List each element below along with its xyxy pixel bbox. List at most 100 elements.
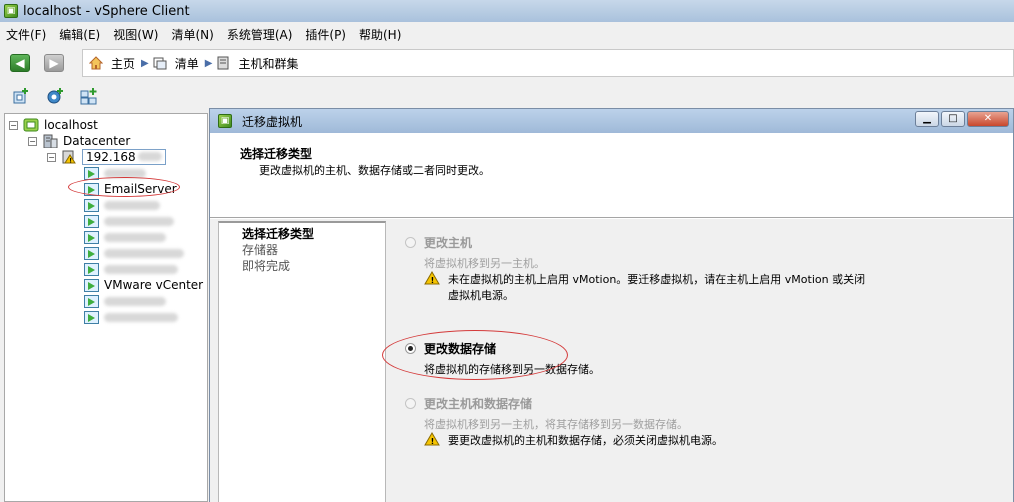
home-icon xyxy=(89,56,103,70)
tree-label-datacenter: Datacenter xyxy=(63,134,131,148)
annotation-ellipse-emailserver xyxy=(68,177,180,197)
window-title: localhost - vSphere Client xyxy=(23,3,190,19)
inventory-icon xyxy=(153,56,167,70)
power-off-warning-text: 要更改虚拟机的主机和数据存储，必须关闭虚拟机电源。 xyxy=(448,434,723,447)
breadcrumb-hosts-clusters-label: 主机和群集 xyxy=(238,56,299,71)
menu-bar: 文件(F) 编辑(E) 视图(W) 清单(N) 系统管理(A) 插件(P) 帮助… xyxy=(0,22,1014,46)
maximize-button[interactable]: □ xyxy=(941,111,965,127)
add-host-icon[interactable] xyxy=(12,87,30,105)
redacted-text xyxy=(104,200,160,210)
navigation-bar: ◀ ▶ 主页 ▶ 清单 ▶ 主机和群集 xyxy=(0,47,1014,79)
tree-node-localhost[interactable]: − localhost xyxy=(9,117,98,133)
tree-label-localhost: localhost xyxy=(44,118,98,132)
svg-text:!: ! xyxy=(431,276,435,285)
tree-node-vm[interactable] xyxy=(83,261,178,277)
vm-powered-on-icon xyxy=(83,310,99,324)
vmotion-warning: ! 未在虚拟机的主机上启用 vMotion。要迁移虚拟机，请在主机上启用 vMo… xyxy=(424,271,865,303)
vm-powered-on-icon xyxy=(83,278,99,292)
menu-administration[interactable]: 系统管理(A) xyxy=(227,26,293,43)
tree-node-host[interactable]: − ! 192.168 xyxy=(47,149,166,165)
radio-change-host-datastore xyxy=(405,398,416,409)
wizard-step-migration-type[interactable]: 选择迁移类型 xyxy=(242,225,314,242)
option-change-host-label: 更改主机 xyxy=(424,236,473,250)
hosts-clusters-icon xyxy=(216,56,230,70)
svg-text:!: ! xyxy=(431,437,435,446)
vm-powered-off-icon xyxy=(83,230,99,244)
datacenter-icon xyxy=(42,134,58,148)
vmotion-warning-line2: 虚拟机电源。 xyxy=(448,289,514,302)
host-warning-icon: ! xyxy=(61,150,77,164)
collapse-toggle-icon[interactable]: − xyxy=(47,152,56,162)
collapse-toggle-icon[interactable]: − xyxy=(28,136,37,146)
tree-node-vm[interactable] xyxy=(83,229,166,245)
wizard-step-ready[interactable]: 即将完成 xyxy=(242,257,290,274)
svg-text:!: ! xyxy=(69,157,72,164)
breadcrumb-separator-icon: ▶ xyxy=(141,57,149,69)
back-button[interactable]: ◀ xyxy=(10,54,30,72)
tree-node-vm[interactable] xyxy=(83,293,166,309)
tree-node-datacenter[interactable]: − Datacenter xyxy=(28,133,130,149)
tree-label-vcenter-vm: VMware vCenter Se xyxy=(104,278,207,292)
redacted-text xyxy=(104,296,166,306)
tree-node-vm[interactable] xyxy=(83,309,178,325)
vm-powered-on-icon xyxy=(83,214,99,228)
menu-plugins[interactable]: 插件(P) xyxy=(305,26,346,43)
redacted-text xyxy=(104,264,178,274)
redacted-text xyxy=(104,232,166,242)
option-change-host-datastore-label: 更改主机和数据存储 xyxy=(424,397,533,411)
dialog-header-description: 更改虚拟机的主机、数据存储或二者同时更改。 xyxy=(259,164,490,177)
close-button[interactable]: ✕ xyxy=(967,111,1009,127)
dialog-header-title: 选择迁移类型 xyxy=(240,147,313,161)
option-change-host: 更改主机 xyxy=(405,234,472,251)
dialog-titlebar[interactable]: ▣ 迁移虚拟机 ▁ □ ✕ xyxy=(210,109,1013,133)
arrow-right-icon: ▶ xyxy=(49,56,59,70)
menu-view[interactable]: 视图(W) xyxy=(113,26,158,43)
vcenter-icon xyxy=(23,118,39,132)
wizard-steps: 选择迁移类型 存储器 即将完成 xyxy=(218,221,386,502)
tree-node-vm[interactable] xyxy=(83,197,160,213)
vsphere-app-icon: ▣ xyxy=(4,4,18,18)
option-change-host-description: 将虚拟机移到另一主机。 xyxy=(424,257,545,270)
redacted-text xyxy=(104,312,178,322)
collapse-toggle-icon[interactable]: − xyxy=(9,120,18,130)
window-titlebar: ▣ localhost - vSphere Client xyxy=(0,0,1014,22)
vm-powered-off-icon xyxy=(83,246,99,260)
power-off-warning: ! 要更改虚拟机的主机和数据存储，必须关闭虚拟机电源。 xyxy=(424,432,723,448)
breadcrumb-home[interactable]: 主页 xyxy=(89,55,135,72)
vm-powered-on-icon xyxy=(83,262,99,276)
tree-node-vcenter-vm[interactable]: VMware vCenter Se xyxy=(83,277,207,293)
window-controls: ▁ □ ✕ xyxy=(913,111,1009,127)
breadcrumb-hosts-clusters[interactable]: 主机和群集 xyxy=(216,55,298,72)
menu-help[interactable]: 帮助(H) xyxy=(359,26,401,43)
tree-node-vm[interactable] xyxy=(83,245,184,261)
breadcrumb-home-label: 主页 xyxy=(111,56,136,71)
vsphere-app-icon: ▣ xyxy=(218,114,232,128)
add-cluster-icon[interactable] xyxy=(46,87,64,105)
menu-edit[interactable]: 编辑(E) xyxy=(59,26,100,43)
breadcrumb-inventory-label: 清单 xyxy=(174,56,199,71)
breadcrumb-separator-icon: ▶ xyxy=(204,57,213,69)
wizard-step-storage[interactable]: 存储器 xyxy=(242,241,278,258)
menu-file[interactable]: 文件(F) xyxy=(6,26,46,43)
minimize-button[interactable]: ▁ xyxy=(915,111,939,127)
warning-icon: ! xyxy=(424,271,440,285)
add-resource-pool-icon[interactable] xyxy=(80,87,98,105)
tree-label-host: 192.168 xyxy=(82,149,166,165)
redacted-text xyxy=(137,152,162,161)
dialog-header: 选择迁移类型 更改虚拟机的主机、数据存储或二者同时更改。 xyxy=(210,133,1013,218)
radio-change-host xyxy=(405,237,416,248)
breadcrumb-inventory[interactable]: 清单 xyxy=(153,55,199,72)
annotation-ellipse-datastore xyxy=(382,330,568,380)
option-change-host-datastore: 更改主机和数据存储 xyxy=(405,395,532,412)
forward-button[interactable]: ▶ xyxy=(44,54,64,72)
inventory-tree: − localhost − Datacenter − ! 192.168 Ema… xyxy=(4,113,208,502)
option-change-host-datastore-description: 将虚拟机移到另一主机，将其存储移到另一数据存储。 xyxy=(424,418,688,431)
vm-powered-on-icon xyxy=(83,294,99,308)
dialog-title: 迁移虚拟机 xyxy=(242,114,303,129)
arrow-left-icon: ◀ xyxy=(15,56,25,70)
tree-node-vm[interactable] xyxy=(83,213,174,229)
redacted-text xyxy=(104,248,184,258)
menu-inventory[interactable]: 清单(N) xyxy=(171,26,213,43)
migrate-vm-dialog: ▣ 迁移虚拟机 ▁ □ ✕ 选择迁移类型 更改虚拟机的主机、数据存储或二者同时更… xyxy=(209,108,1014,502)
dialog-body: 选择迁移类型 存储器 即将完成 更改主机 将虚拟机移到另一主机。 ! 未在虚拟机… xyxy=(210,219,1013,502)
